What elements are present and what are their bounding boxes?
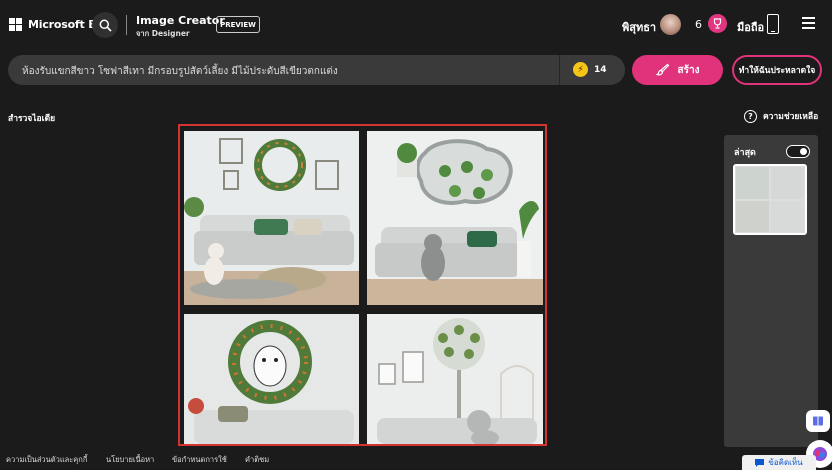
avatar[interactable] [660, 14, 681, 35]
generated-image-grid [178, 124, 547, 446]
living-room-dog-image [184, 131, 359, 305]
explore-ideas-link[interactable]: สำรวจไอเดีย [8, 111, 55, 125]
trophy-icon [713, 18, 722, 29]
book-icon [813, 416, 823, 426]
create-button[interactable]: สร้าง [632, 55, 723, 85]
plant-shelf-image [367, 131, 543, 305]
user-name[interactable]: พิสุทธา [622, 18, 656, 36]
recent-label: ล่าสุด [734, 148, 756, 158]
footer-link-feedback[interactable]: คำติชม [245, 454, 269, 466]
boost-count: 6 [695, 18, 702, 31]
boosts-remaining: 14 [594, 65, 607, 75]
surprise-me-button[interactable]: ทำให้ฉันประหลาดใจ [732, 55, 822, 85]
generated-image-3[interactable] [184, 314, 359, 444]
generated-image-2[interactable] [367, 131, 543, 305]
feedback-button[interactable]: ข้อคิดเห็น [742, 455, 816, 470]
search-icon [99, 19, 112, 32]
product-title[interactable]: Image Creator [136, 14, 225, 27]
rewards-button[interactable] [708, 14, 727, 33]
generated-image-4[interactable] [367, 314, 543, 444]
wreath-dog-portrait-image [184, 314, 359, 444]
hamburger-menu-icon[interactable] [802, 17, 815, 29]
header-divider [126, 15, 127, 35]
mobile-label[interactable]: มือถือ [737, 18, 764, 36]
prompt-divider [559, 55, 560, 85]
preview-badge: PREVIEW [216, 16, 260, 33]
boost-lightning-icon: ⚡ [573, 62, 588, 77]
feedback-label: ข้อคิดเห็น [768, 458, 803, 467]
paintbrush-icon [655, 63, 669, 76]
create-label: สร้าง [677, 64, 700, 76]
sidebar-book-button[interactable] [806, 410, 830, 432]
help-question-icon: ? [744, 109, 757, 123]
chat-bubble-icon [755, 458, 765, 467]
footer-link-privacy[interactable]: ความเป็นส่วนตัวและคุกกี้ [6, 454, 87, 466]
recent-panel: ล่าสุด [724, 135, 818, 447]
recent-toggle[interactable] [786, 145, 810, 158]
footer-link-terms[interactable]: ข้อกำหนดการใช้ [172, 454, 227, 466]
footer-link-content-policy[interactable]: นโยบายเนื้อหา [106, 454, 154, 466]
prompt-input[interactable]: ห้องรับแขกสีขาว โซฟาสีเทา มีกรอบรูปสัตว์… [22, 64, 338, 79]
prompt-bar[interactable]: ห้องรับแขกสีขาว โซฟาสีเทา มีกรอบรูปสัตว์… [8, 55, 625, 85]
help-link[interactable]: ? ความช่วยเหลือ [744, 109, 818, 123]
recent-creation-thumbnail[interactable] [733, 164, 807, 235]
help-label: ความช่วยเหลือ [763, 112, 819, 122]
search-button[interactable] [92, 12, 118, 38]
windows-logo-icon [9, 18, 22, 31]
top-header: Microsoft Bing Image Creator จาก Designe… [0, 0, 832, 50]
generated-image-1[interactable] [184, 131, 359, 305]
footer: ความเป็นส่วนตัวและคุกกี้ นโยบายเนื้อหา ข… [0, 448, 832, 470]
mobile-phone-icon[interactable] [767, 14, 779, 34]
tree-wall-dog-image [367, 314, 543, 444]
product-subtitle: จาก Designer [136, 29, 190, 38]
